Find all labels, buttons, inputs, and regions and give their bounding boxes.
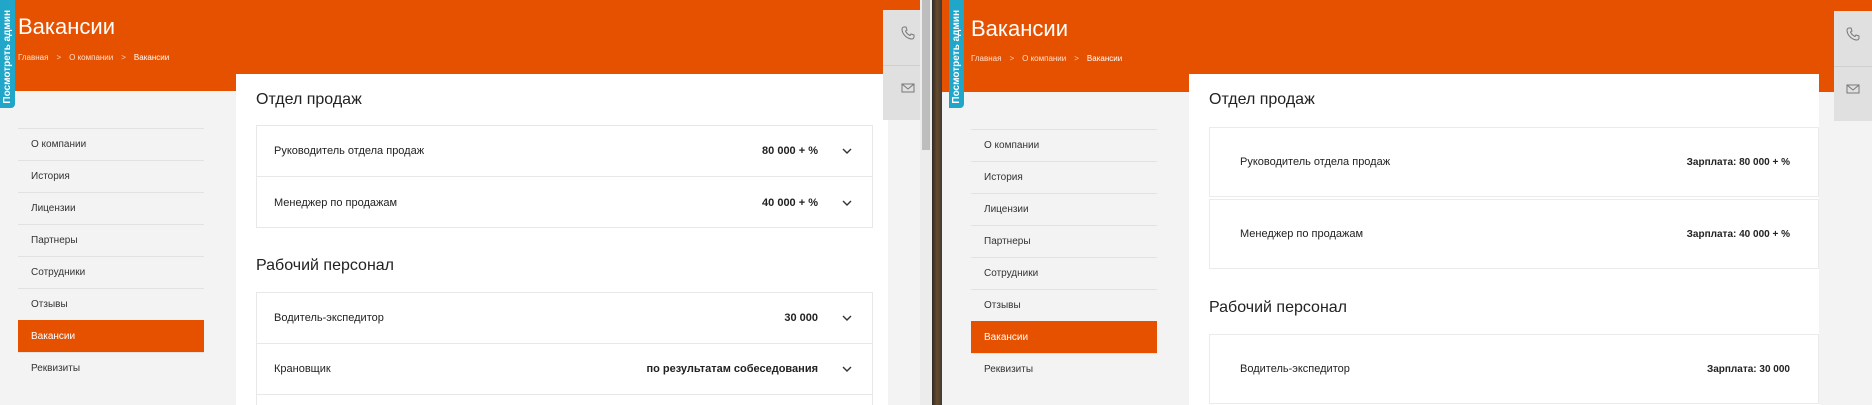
sidebar-item-vacancies[interactable]: Вакансии [18, 320, 204, 352]
breadcrumb-home[interactable]: Главная [971, 54, 1001, 63]
sidebar-item-about[interactable]: О компании [18, 128, 204, 160]
sidebar-item-history[interactable]: История [18, 160, 204, 192]
vacancy-name: Руководитель отдела продаж [1240, 156, 1391, 168]
sidebar-item-reviews[interactable]: Отзывы [18, 288, 204, 320]
vacancies-content: Отдел продаж Руководитель отдела продаж … [1189, 74, 1819, 405]
vacancy-salary: 40 000 + % [762, 196, 818, 209]
page-title: Вакансии [18, 14, 115, 39]
sidebar-item-label: О компании [984, 140, 1040, 151]
window-divider [932, 0, 942, 405]
left-view: Вакансии Главная > О компании > Вакансии… [0, 0, 936, 405]
sidebar-item-label: Лицензии [984, 204, 1029, 215]
vacancy-salary: Зарплата: 80 000 + % [1686, 157, 1790, 168]
section-title-workers: Рабочий персонал [256, 257, 395, 274]
breadcrumb-about[interactable]: О компании [69, 53, 113, 62]
phone-icon [1846, 27, 1860, 46]
vacancy-salary: Зарплата: 40 000 + % [1686, 229, 1790, 240]
sidebar-nav: О компании История Лицензии Партнеры Сот… [971, 129, 1157, 385]
mail-icon [901, 81, 915, 100]
breadcrumb-separator-icon: > [56, 53, 62, 62]
sidebar-item-staff[interactable]: Сотрудники [18, 256, 204, 288]
sidebar-item-label: Отзывы [31, 299, 68, 310]
chevron-down-icon[interactable] [842, 146, 852, 156]
vacancies-content: Отдел продаж Руководитель отдела продаж … [236, 74, 888, 405]
sidebar-item-requisites[interactable]: Реквизиты [971, 353, 1157, 385]
section-title-workers: Рабочий персонал [1209, 299, 1348, 316]
admin-view-tab[interactable]: Посмотреть админ [949, 0, 964, 108]
feedback-button[interactable] [1834, 66, 1872, 116]
vacancy-row[interactable]: Водитель-экспедитор 30 000 [257, 293, 872, 344]
page-scrollbar[interactable] [920, 0, 932, 405]
sidebar-item-label: Партнеры [31, 235, 78, 246]
breadcrumb: Главная > О компании > Вакансии [18, 53, 169, 62]
sidebar-item-history[interactable]: История [971, 161, 1157, 193]
sidebar-item-licenses[interactable]: Лицензии [971, 193, 1157, 225]
chevron-down-icon[interactable] [842, 313, 852, 323]
sidebar-item-label: О компании [31, 139, 87, 150]
right-view: Вакансии Главная > О компании > Вакансии… [942, 0, 1872, 405]
sidebar-item-label: Лицензии [31, 203, 76, 214]
callback-button[interactable] [1834, 11, 1872, 61]
vacancy-salary: 80 000 + % [762, 145, 818, 157]
sidebar-item-label: Сотрудники [31, 267, 86, 278]
vacancy-row[interactable]: Крановщик по результатам собеседования [257, 344, 872, 395]
breadcrumb: Главная > О компании > Вакансии [971, 54, 1122, 63]
sidebar-item-label: Отзывы [984, 300, 1021, 311]
vacancy-name: Водитель-экспедитор [274, 312, 384, 324]
sidebar-item-label: Реквизиты [984, 364, 1034, 375]
sidebar-item-label: Сотрудники [984, 268, 1039, 279]
vacancy-accordion-workers: Водитель-экспедитор 30 000 Крановщик по … [256, 292, 873, 405]
sidebar-item-label: Вакансии [31, 331, 76, 342]
vacancy-card[interactable]: Водитель-экспедитор Зарплата: 30 000 [1209, 334, 1819, 404]
sidebar-item-requisites[interactable]: Реквизиты [18, 352, 204, 384]
sidebar-item-licenses[interactable]: Лицензии [18, 192, 204, 224]
sidebar-item-label: История [31, 171, 70, 182]
breadcrumb-separator-icon: > [121, 53, 126, 62]
sidebar-item-about[interactable]: О компании [971, 129, 1157, 161]
sidebar-item-label: Партнеры [984, 236, 1031, 247]
admin-view-tab-label: Посмотреть админ [2, 10, 13, 104]
sidebar-item-staff[interactable]: Сотрудники [971, 257, 1157, 289]
breadcrumb-separator-icon: > [1074, 54, 1079, 63]
sidebar-nav: О компании История Лицензии Партнеры Сот… [18, 128, 204, 384]
vacancy-row[interactable]: Менеджер по продажам 40 000 + % [257, 177, 872, 228]
breadcrumb-home[interactable]: Главная [18, 53, 48, 62]
scrollbar-thumb[interactable] [922, 0, 930, 150]
sidebar-item-reviews[interactable]: Отзывы [971, 289, 1157, 321]
vacancy-salary: 30 000 [784, 312, 818, 324]
breadcrumb-current: Вакансии [1086, 54, 1123, 63]
admin-view-tab-label: Посмотреть админ [951, 10, 962, 104]
breadcrumb-about[interactable]: О компании [1022, 54, 1066, 63]
breadcrumb-current: Вакансии [133, 53, 170, 62]
sidebar-item-vacancies[interactable]: Вакансии [971, 321, 1157, 353]
breadcrumb-separator-icon: > [1009, 54, 1015, 63]
vacancy-name: Менеджер по продажам [1240, 228, 1364, 240]
vacancy-name: Руководитель отдела продаж [274, 145, 425, 157]
chevron-down-icon[interactable] [842, 364, 852, 374]
contact-side-panel [1834, 11, 1872, 121]
admin-view-tab[interactable]: Посмотреть админ [0, 0, 15, 108]
chevron-down-icon[interactable] [842, 198, 852, 208]
mail-icon [1846, 82, 1860, 101]
section-title-sales: Отдел продаж [256, 91, 362, 108]
vacancy-accordion-sales: Руководитель отдела продаж 80 000 + % Ме… [256, 125, 873, 228]
vacancy-name: Водитель-экспедитор [1240, 363, 1350, 375]
vacancy-row[interactable]: Руководитель отдела продаж 80 000 + % [257, 126, 872, 177]
page-title: Вакансии [971, 16, 1068, 41]
phone-icon [901, 26, 915, 45]
vacancy-salary: по результатам собеседования [646, 363, 818, 375]
vacancy-name: Менеджер по продажам [274, 196, 398, 209]
sidebar-item-partners[interactable]: Партнеры [971, 225, 1157, 257]
vacancy-card[interactable]: Руководитель отдела продаж Зарплата: 80 … [1209, 127, 1819, 197]
sidebar-item-partners[interactable]: Партнеры [18, 224, 204, 256]
sidebar-item-label: История [984, 172, 1023, 183]
sidebar-item-label: Реквизиты [31, 363, 81, 374]
vacancy-card[interactable]: Менеджер по продажам Зарплата: 40 000 + … [1209, 199, 1819, 269]
vacancy-name: Крановщик [274, 363, 331, 375]
section-title-sales: Отдел продаж [1209, 91, 1315, 108]
vacancy-salary: Зарплата: 30 000 [1706, 364, 1790, 375]
sidebar-item-label: Вакансии [984, 332, 1029, 343]
